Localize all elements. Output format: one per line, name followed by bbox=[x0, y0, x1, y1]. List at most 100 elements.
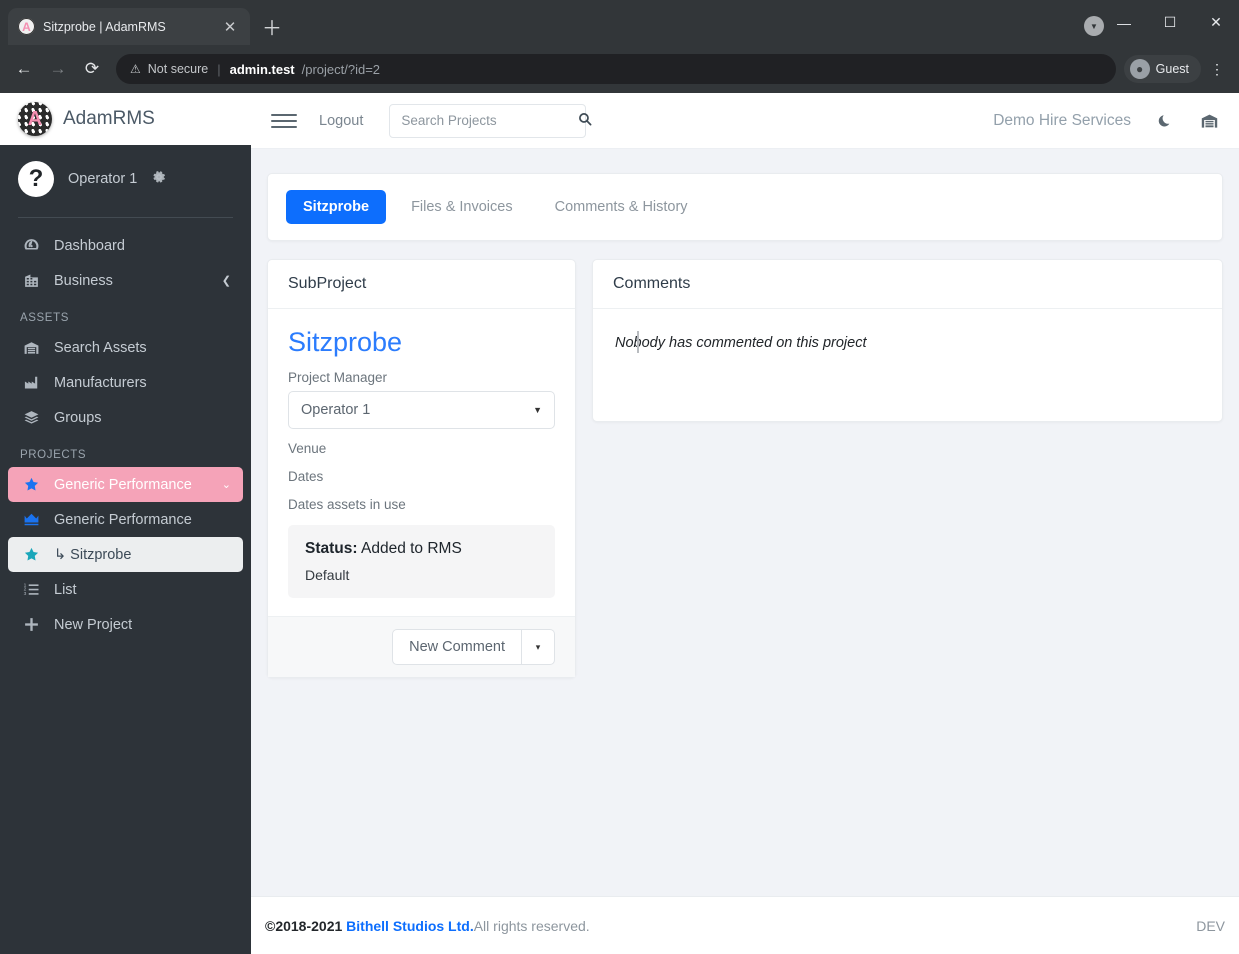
no-comments-message: Nobody has commented on this project bbox=[615, 335, 1200, 351]
sidebar-item-new-project[interactable]: New Project bbox=[8, 607, 243, 642]
browser-window: A Sitzprobe | AdamRMS ✕ ＋ ▼ — ☐ ✕ ← → ⟳ … bbox=[0, 0, 1239, 954]
address-bar[interactable]: ⚠ Not secure | admin.test /project/?id=2 bbox=[116, 54, 1116, 84]
subproject-card-body: Sitzprobe Project Manager Operator 1 ▼ V… bbox=[268, 309, 575, 616]
dashboard-icon bbox=[20, 237, 42, 254]
logout-link[interactable]: Logout bbox=[319, 113, 363, 129]
sidebar-item-groups[interactable]: Groups bbox=[8, 400, 243, 435]
browser-tab[interactable]: A Sitzprobe | AdamRMS ✕ bbox=[8, 8, 250, 45]
close-button[interactable]: ✕ bbox=[1193, 3, 1239, 43]
gear-icon[interactable] bbox=[151, 169, 167, 189]
browser-tabstrip: A Sitzprobe | AdamRMS ✕ ＋ ▼ — ☐ ✕ bbox=[0, 0, 1239, 45]
project-manager-value: Operator 1 bbox=[301, 402, 370, 418]
moon-icon[interactable] bbox=[1157, 112, 1174, 129]
comments-card-title: Comments bbox=[593, 260, 1222, 309]
sidebar-item-search-assets[interactable]: Search Assets bbox=[8, 330, 243, 365]
subproject-column: SubProject Sitzprobe Project Manager Ope… bbox=[267, 259, 576, 678]
sidebar-item-label: List bbox=[54, 582, 231, 598]
project-tabs: Sitzprobe Files & Invoices Comments & Hi… bbox=[286, 190, 1204, 224]
search-icon[interactable] bbox=[578, 112, 592, 129]
sidebar-item-label: Dashboard bbox=[54, 238, 231, 254]
content-column: Logout Demo Hire Services bbox=[251, 93, 1239, 954]
sidebar-section-projects: PROJECTS bbox=[0, 435, 251, 467]
warehouse-icon[interactable] bbox=[1200, 111, 1219, 130]
close-icon[interactable]: ✕ bbox=[220, 18, 240, 36]
sidebar-item-label: Generic Performance bbox=[54, 512, 231, 528]
crown-icon bbox=[20, 511, 42, 528]
comments-card: Comments Nobody has commented on this pr… bbox=[592, 259, 1223, 422]
dates-label: Dates bbox=[288, 469, 555, 484]
hamburger-icon[interactable] bbox=[271, 114, 297, 128]
status-sub: Default bbox=[305, 567, 538, 583]
factory-icon bbox=[20, 374, 42, 391]
url-host: admin.test bbox=[230, 62, 295, 77]
tab-bar-card: Sitzprobe Files & Invoices Comments & Hi… bbox=[267, 173, 1223, 241]
sidebar-item-generic-performance[interactable]: Generic Performance bbox=[8, 502, 243, 537]
new-comment-button-group: New Comment ▾ bbox=[392, 629, 555, 665]
omnibox-separator: | bbox=[217, 62, 220, 77]
navbar-right: Demo Hire Services bbox=[993, 111, 1219, 130]
user-name: Operator 1 bbox=[68, 171, 137, 187]
comments-column: Comments Nobody has commented on this pr… bbox=[592, 259, 1223, 422]
tab-sitzprobe[interactable]: Sitzprobe bbox=[286, 190, 386, 224]
sidebar-section-assets: ASSETS bbox=[0, 298, 251, 330]
chevron-left-icon[interactable]: ❮ bbox=[222, 274, 231, 287]
chevron-down-icon: ▼ bbox=[533, 405, 542, 415]
search-input[interactable] bbox=[401, 113, 578, 128]
search-projects-box[interactable] bbox=[389, 104, 586, 138]
new-comment-button[interactable]: New Comment bbox=[392, 629, 522, 665]
top-navbar: Logout Demo Hire Services bbox=[251, 93, 1239, 149]
reload-icon[interactable]: ⟳ bbox=[76, 53, 108, 85]
sidebar-item-label: ↳ Sitzprobe bbox=[54, 547, 231, 563]
minimize-button[interactable]: — bbox=[1101, 3, 1147, 43]
chevron-down-icon[interactable]: ⌄ bbox=[222, 478, 231, 491]
page-footer: ©2018-2021 Bithell Studios Ltd. All righ… bbox=[251, 896, 1239, 954]
user-row: ? Operator 1 bbox=[0, 145, 251, 213]
sidebar-item-manufacturers[interactable]: Manufacturers bbox=[8, 365, 243, 400]
footer-company-link[interactable]: Bithell Studios Ltd. bbox=[346, 918, 474, 934]
layers-icon bbox=[20, 409, 42, 426]
project-manager-label: Project Manager bbox=[288, 370, 555, 385]
sidebar-item-list[interactable]: 123 List bbox=[8, 572, 243, 607]
new-comment-dropdown-icon[interactable]: ▾ bbox=[522, 629, 555, 665]
sidebar-item-label: Business bbox=[54, 273, 210, 289]
sidebar-item-sitzprobe[interactable]: ↳ Sitzprobe bbox=[8, 537, 243, 572]
profile-button[interactable]: ● Guest bbox=[1124, 55, 1201, 83]
sidebar-divider bbox=[18, 217, 233, 218]
project-manager-select[interactable]: Operator 1 ▼ bbox=[288, 391, 555, 429]
not-secure-icon: ⚠ bbox=[130, 62, 141, 76]
favicon-icon: A bbox=[18, 18, 35, 35]
tab-comments-history[interactable]: Comments & History bbox=[538, 190, 705, 224]
org-name[interactable]: Demo Hire Services bbox=[993, 112, 1131, 130]
sidebar: A AdamRMS ? Operator 1 Dashboard bbox=[0, 93, 251, 954]
forward-icon[interactable]: → bbox=[42, 53, 74, 85]
dates-assets-in-use-label: Dates assets in use bbox=[288, 497, 555, 512]
building-icon bbox=[20, 272, 42, 289]
tab-files-invoices[interactable]: Files & Invoices bbox=[394, 190, 530, 224]
footer-copyright: ©2018-2021 bbox=[265, 918, 342, 934]
brand-name: AdamRMS bbox=[63, 108, 155, 130]
warehouse-icon bbox=[20, 339, 42, 356]
maximize-button[interactable]: ☐ bbox=[1147, 3, 1193, 43]
status-line: Status: Added to RMS bbox=[305, 540, 538, 558]
browser-toolbar: ← → ⟳ ⚠ Not secure | admin.test /project… bbox=[0, 45, 1239, 93]
sidebar-nav-main: Dashboard Business ❮ bbox=[0, 228, 251, 298]
footer-rights: All rights reserved. bbox=[474, 918, 590, 934]
sidebar-item-label: Manufacturers bbox=[54, 375, 231, 391]
svg-text:3: 3 bbox=[23, 591, 26, 597]
sidebar-item-generic-performance-active[interactable]: Generic Performance ⌄ bbox=[8, 467, 243, 502]
sidebar-item-dashboard[interactable]: Dashboard bbox=[8, 228, 243, 263]
sidebar-item-label: Generic Performance bbox=[54, 477, 210, 493]
sidebar-item-business[interactable]: Business ❮ bbox=[8, 263, 243, 298]
subproject-card-title: SubProject bbox=[268, 260, 575, 309]
tab-title: Sitzprobe | AdamRMS bbox=[43, 20, 212, 34]
person-icon: ● bbox=[1130, 59, 1150, 79]
avatar: ? bbox=[18, 161, 54, 197]
footer-environment: DEV bbox=[1196, 918, 1225, 934]
browser-menu-icon[interactable]: ⋮ bbox=[1203, 53, 1231, 85]
brand-header[interactable]: A AdamRMS bbox=[0, 93, 251, 145]
new-tab-button[interactable]: ＋ bbox=[256, 10, 288, 42]
sidebar-item-label: New Project bbox=[54, 617, 231, 633]
text-cursor bbox=[637, 331, 639, 353]
comments-card-body: Nobody has commented on this project bbox=[593, 309, 1222, 421]
back-icon[interactable]: ← bbox=[8, 53, 40, 85]
